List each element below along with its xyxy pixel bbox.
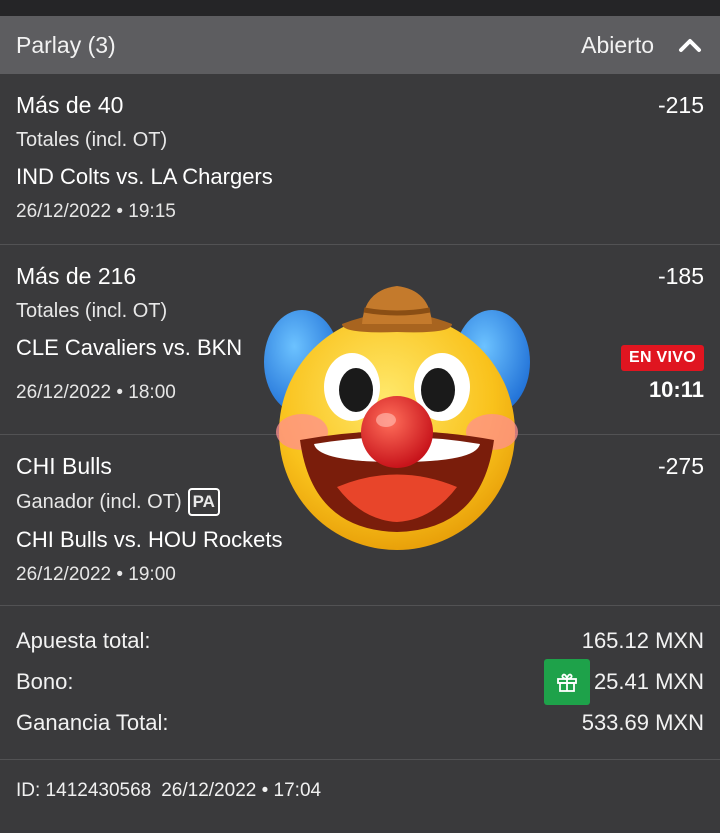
leg-bet-type: Totales (incl. OT) — [16, 127, 704, 153]
leg-odds: -215 — [657, 92, 704, 118]
stake-value: 165.12 MXN — [581, 627, 704, 653]
leg-odds: -275 — [657, 453, 704, 479]
parlay-title: Parlay (3) — [16, 31, 116, 58]
leg-odds: -185 — [657, 263, 704, 289]
header-right: Abierto — [581, 31, 704, 59]
bet-footer: ID: 1412430568 26/12/2022 • 17:04 — [0, 760, 720, 822]
live-clock: 10:11 — [648, 377, 704, 402]
leg-market: Más de 40 — [16, 92, 124, 118]
leg-datetime: 26/12/2022 • 19:00 — [16, 564, 176, 585]
winnings-label: Ganancia Total: — [16, 709, 169, 735]
leg-datetime: 26/12/2022 • 19:15 — [16, 201, 176, 222]
leg-event[interactable]: IND Colts vs. LA Chargers — [16, 162, 704, 192]
bonus-value-wrap: 25.41 MXN — [543, 658, 704, 705]
winnings-value: 533.69 MXN — [581, 709, 704, 735]
clown-face-emoji — [264, 286, 530, 550]
chevron-up-icon[interactable] — [676, 31, 704, 59]
bet-status: Abierto — [581, 31, 654, 58]
leg-bet-type-text: Totales (incl. OT) — [16, 300, 168, 322]
bonus-label: Bono: — [16, 668, 74, 694]
stake-row: Apuesta total: 165.12 MXN — [16, 620, 704, 661]
live-badge: EN VIVO — [620, 345, 704, 371]
leg-bet-type-text: Totales (incl. OT) — [16, 129, 168, 151]
live-indicator: EN VIVO 10:11 — [620, 345, 704, 403]
top-strip — [0, 0, 720, 16]
placed-datetime: 26/12/2022 • 17:04 — [161, 780, 322, 801]
bet-id: ID: 1412430568 — [16, 780, 152, 801]
gift-icon[interactable] — [543, 658, 590, 705]
bet-leg: Más de 40 -215 Totales (incl. OT) IND Co… — [0, 74, 720, 245]
winnings-row: Ganancia Total: 533.69 MXN — [16, 702, 704, 743]
pa-badge[interactable]: PA — [187, 488, 220, 516]
bonus-value: 25.41 MXN — [593, 668, 704, 694]
stake-label: Apuesta total: — [16, 627, 151, 653]
bonus-row: Bono: 25.41 MXN — [16, 658, 704, 705]
parlay-header[interactable]: Parlay (3) Abierto — [0, 16, 720, 74]
leg-bet-type-text: Ganador (incl. OT) — [16, 491, 182, 513]
bet-summary: Apuesta total: 165.12 MXN Bono: 25.41 MX… — [0, 606, 720, 760]
